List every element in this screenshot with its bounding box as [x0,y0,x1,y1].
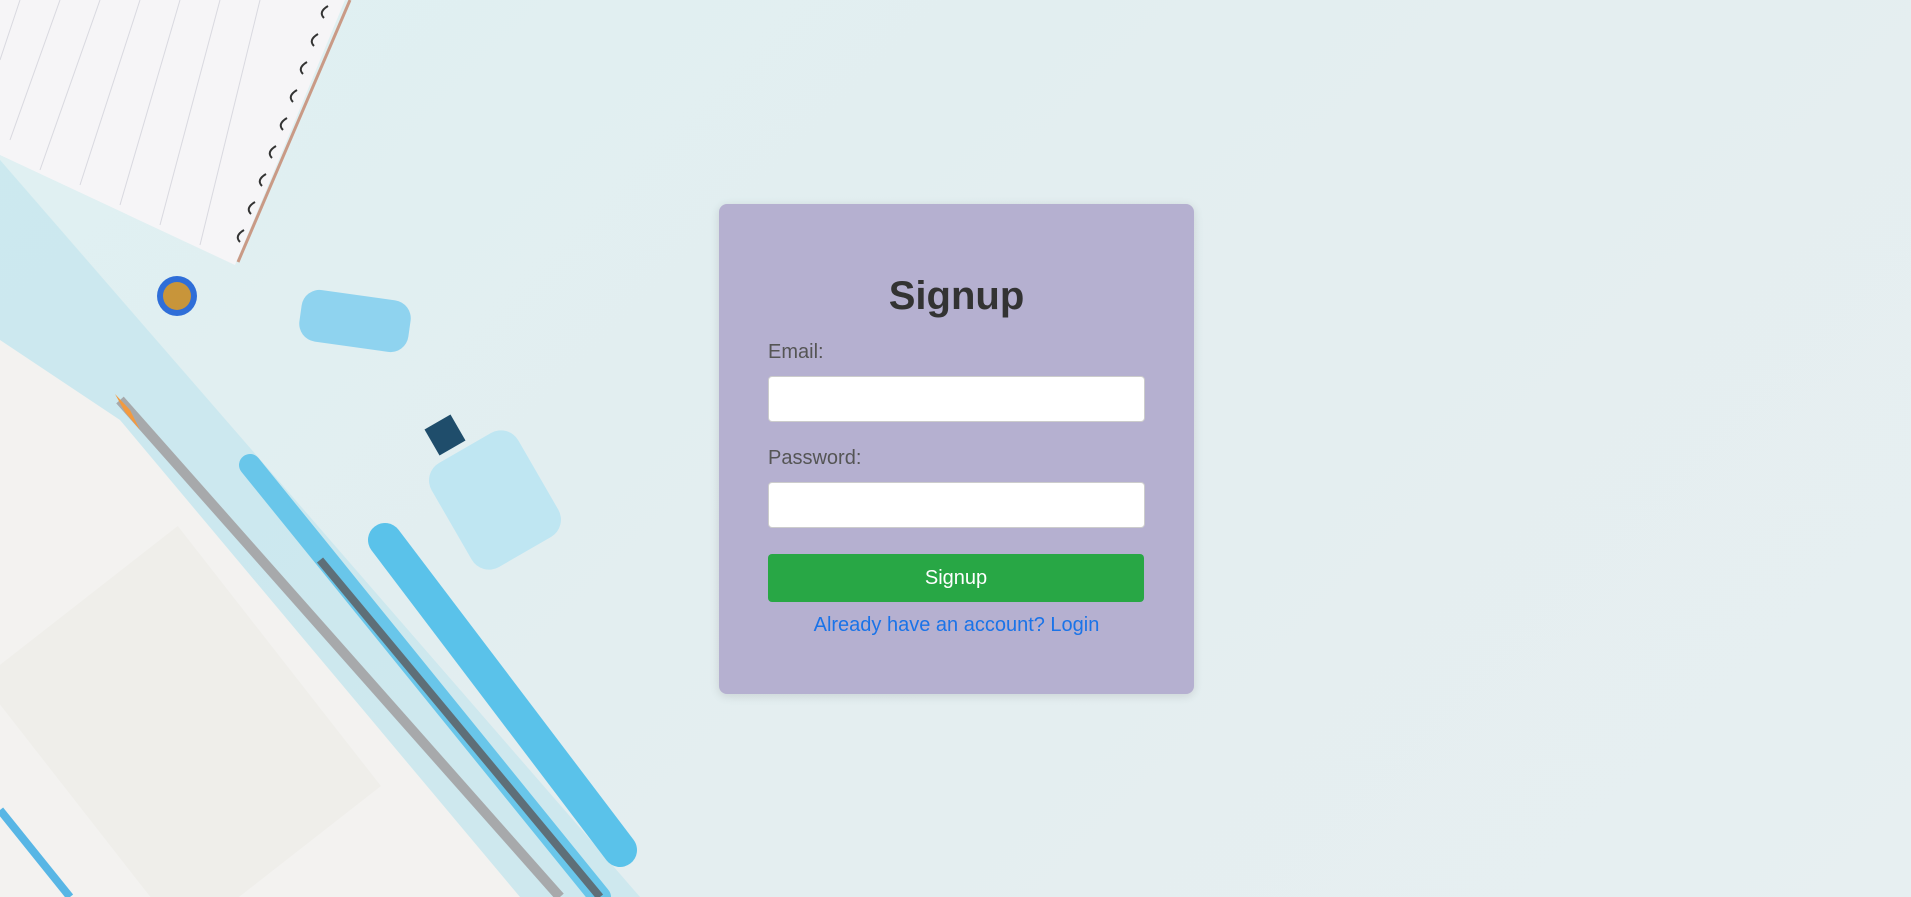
password-field[interactable] [768,482,1145,528]
email-label: Email: [768,341,824,363]
password-label: Password: [768,447,862,469]
email-field[interactable] [768,376,1145,422]
pen-cap-icon [299,289,411,353]
signup-page: Signup Email: Password: Signup Already h… [0,0,1911,897]
signup-card: Signup Email: Password: Signup Already h… [719,204,1194,694]
login-link[interactable]: Already have an account? Login [768,614,1145,637]
signup-title: Signup [888,274,1025,318]
signup-button[interactable]: Signup [768,554,1144,602]
